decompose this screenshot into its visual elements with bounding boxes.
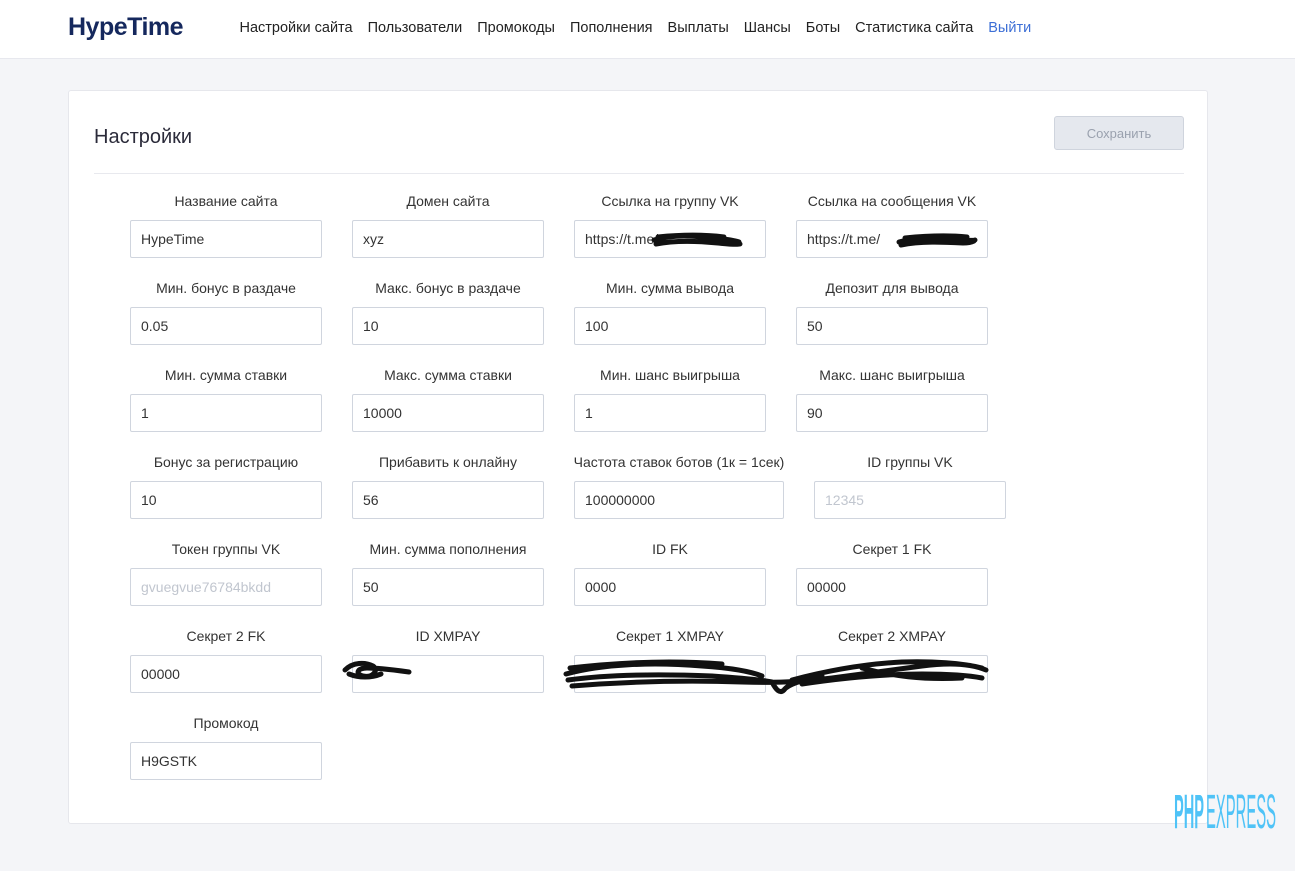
min-bonus-input[interactable] xyxy=(130,307,322,345)
field-xmpay-secret2: Секрет 2 XMPAY xyxy=(796,626,988,693)
field-deposit-for-withdraw: Депозит для вывода xyxy=(796,278,988,345)
field-max-bonus: Макс. бонус в раздаче xyxy=(352,278,544,345)
field-vk-group-id: ID группы VK xyxy=(814,452,1006,519)
nav-withdrawals[interactable]: Выплаты xyxy=(660,18,736,38)
fk-id-label: ID FK xyxy=(652,541,688,557)
field-max-win-chance: Макс. шанс выигрыша xyxy=(796,365,988,432)
min-deposit-input[interactable] xyxy=(352,568,544,606)
fk-secret1-input[interactable] xyxy=(796,568,988,606)
min-win-chance-input[interactable] xyxy=(574,394,766,432)
vk-messages-link-input[interactable] xyxy=(796,220,988,258)
max-bet-label: Макс. сумма ставки xyxy=(384,367,512,383)
online-add-label: Прибавить к онлайну xyxy=(378,454,518,470)
xmpay-secret2-input[interactable] xyxy=(796,655,988,693)
xmpay-id-label: ID XMPAY xyxy=(415,628,481,644)
save-button[interactable]: Сохранить xyxy=(1054,116,1184,150)
field-promocode: Промокод xyxy=(130,713,322,780)
site-name-input[interactable] xyxy=(130,220,322,258)
max-bonus-input[interactable] xyxy=(352,307,544,345)
vk-group-id-label: ID группы VK xyxy=(867,454,953,470)
nav-users[interactable]: Пользователи xyxy=(360,18,470,38)
field-min-win-chance: Мин. шанс выигрыша xyxy=(574,365,766,432)
min-bet-label: Мин. сумма ставки xyxy=(164,367,288,383)
settings-card: Настройки Сохранить Название сайта Домен… xyxy=(68,90,1208,824)
field-reg-bonus: Бонус за регистрацию xyxy=(130,452,322,519)
max-bet-input[interactable] xyxy=(352,394,544,432)
fk-secret2-input[interactable] xyxy=(130,655,322,693)
nav-promocodes[interactable]: Промокоды xyxy=(470,18,563,38)
top-navbar: HypeTime Настройки сайта Пользователи Пр… xyxy=(0,0,1295,59)
min-win-chance-label: Мин. шанс выигрыша xyxy=(600,367,740,383)
php-express-watermark: PHP EXPRESS xyxy=(1174,786,1276,832)
watermark-text-1: PHP xyxy=(1174,786,1204,832)
site-name-label: Название сайта xyxy=(174,193,278,209)
min-bet-input[interactable] xyxy=(130,394,322,432)
page-title: Настройки xyxy=(94,126,193,148)
watermark-text-2: EXPRESS xyxy=(1206,786,1276,832)
site-logo[interactable]: HypeTime xyxy=(68,10,184,44)
nav-chances[interactable]: Шансы xyxy=(736,18,798,38)
reg-bonus-label: Бонус за регистрацию xyxy=(153,454,299,470)
header-divider xyxy=(94,173,1184,174)
fk-secret2-label: Секрет 2 FK xyxy=(186,628,266,644)
domain-input[interactable] xyxy=(352,220,544,258)
field-xmpay-id: ID XMPAY xyxy=(352,626,544,693)
vk-group-id-input[interactable] xyxy=(814,481,1006,519)
xmpay-id-input[interactable] xyxy=(352,655,544,693)
nav-site-stats[interactable]: Статистика сайта xyxy=(848,18,981,38)
nav-logout[interactable]: Выйти xyxy=(981,18,1039,38)
field-vk-group-link: Ссылка на группу VK xyxy=(574,191,766,258)
min-deposit-label: Мин. сумма пополнения xyxy=(369,541,527,557)
xmpay-secret1-label: Секрет 1 XMPAY xyxy=(615,628,725,644)
promocode-label: Промокод xyxy=(193,715,259,731)
promocode-input[interactable] xyxy=(130,742,322,780)
fk-id-input[interactable] xyxy=(574,568,766,606)
fk-secret1-label: Секрет 1 FK xyxy=(852,541,932,557)
bot-bet-rate-label: Частота ставок ботов (1к = 1сек) xyxy=(573,454,785,470)
nav-deposits[interactable]: Пополнения xyxy=(562,18,660,38)
field-fk-secret2: Секрет 2 FK xyxy=(130,626,322,693)
main-nav: Настройки сайта Пользователи Промокоды П… xyxy=(232,18,1039,38)
field-min-deposit: Мин. сумма пополнения xyxy=(352,539,544,606)
min-withdraw-label: Мин. сумма вывода xyxy=(606,280,734,296)
field-min-bet: Мин. сумма ставки xyxy=(130,365,322,432)
field-fk-id: ID FK xyxy=(574,539,766,606)
min-withdraw-input[interactable] xyxy=(574,307,766,345)
field-site-name: Название сайта xyxy=(130,191,322,258)
field-bot-bet-rate: Частота ставок ботов (1к = 1сек) xyxy=(574,452,784,519)
vk-messages-link-label: Ссылка на сообщения VK xyxy=(807,193,977,209)
max-win-chance-label: Макс. шанс выигрыша xyxy=(819,367,965,383)
max-win-chance-input[interactable] xyxy=(796,394,988,432)
field-online-add: Прибавить к онлайну xyxy=(352,452,544,519)
field-fk-secret1: Секрет 1 FK xyxy=(796,539,988,606)
bot-bet-rate-input[interactable] xyxy=(574,481,784,519)
deposit-for-withdraw-input[interactable] xyxy=(796,307,988,345)
xmpay-secret1-input[interactable] xyxy=(574,655,766,693)
online-add-input[interactable] xyxy=(352,481,544,519)
max-bonus-label: Макс. бонус в раздаче xyxy=(375,280,521,296)
field-min-withdraw: Мин. сумма вывода xyxy=(574,278,766,345)
field-vk-messages-link: Ссылка на сообщения VK xyxy=(796,191,988,258)
field-min-bonus: Мин. бонус в раздаче xyxy=(130,278,322,345)
field-vk-group-token: Токен группы VK xyxy=(130,539,322,606)
field-xmpay-secret1: Секрет 1 XMPAY xyxy=(574,626,766,693)
deposit-for-withdraw-label: Депозит для вывода xyxy=(825,280,959,296)
domain-label: Домен сайта xyxy=(406,193,490,209)
field-domain: Домен сайта xyxy=(352,191,544,258)
min-bonus-label: Мин. бонус в раздаче xyxy=(156,280,296,296)
vk-group-token-label: Токен группы VK xyxy=(171,541,281,557)
field-max-bet: Макс. сумма ставки xyxy=(352,365,544,432)
vk-group-token-input[interactable] xyxy=(130,568,322,606)
reg-bonus-input[interactable] xyxy=(130,481,322,519)
nav-site-settings[interactable]: Настройки сайта xyxy=(232,18,360,38)
xmpay-secret2-label: Секрет 2 XMPAY xyxy=(837,628,947,644)
vk-group-link-label: Ссылка на группу VK xyxy=(601,193,739,209)
nav-bots[interactable]: Боты xyxy=(798,18,847,38)
vk-group-link-input[interactable] xyxy=(574,220,766,258)
